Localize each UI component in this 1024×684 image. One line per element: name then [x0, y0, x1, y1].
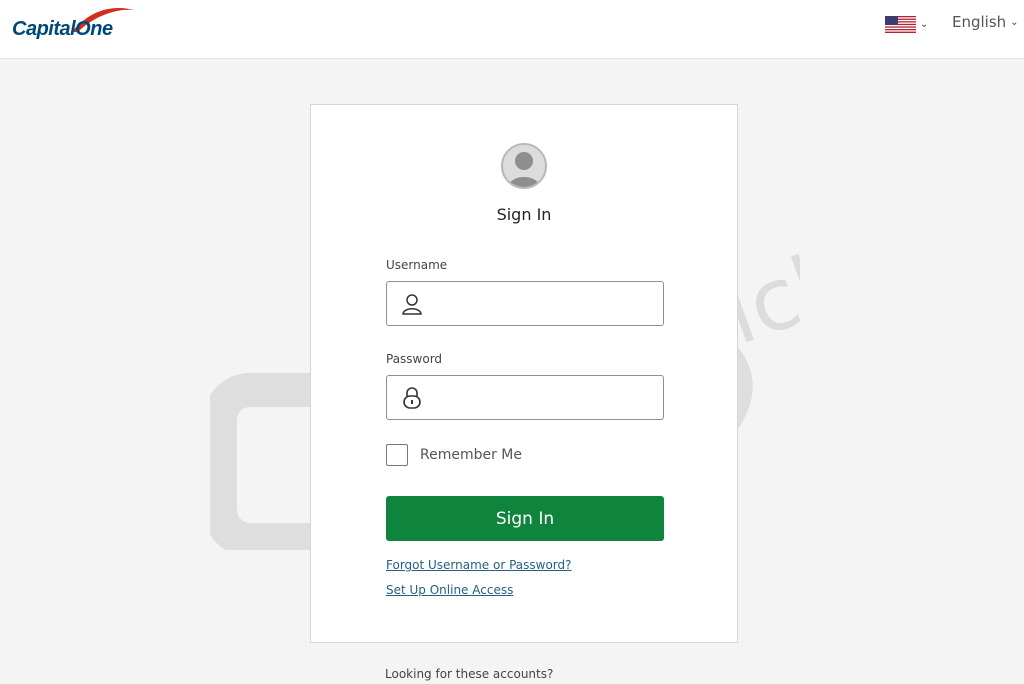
us-flag-icon — [885, 15, 916, 33]
password-input[interactable] — [433, 384, 655, 412]
remember-me-checkbox[interactable] — [386, 444, 408, 466]
capital-one-logo[interactable]: CapitalOne — [12, 4, 136, 48]
username-label: Username — [386, 258, 448, 272]
forgot-credentials-link[interactable]: Forgot Username or Password? — [386, 558, 572, 572]
language-selector[interactable]: English ⌄ — [952, 13, 1019, 31]
lock-icon — [403, 387, 421, 409]
password-field[interactable] — [386, 375, 664, 420]
looking-for-accounts-text: Looking for these accounts? — [385, 667, 554, 681]
password-label: Password — [386, 352, 443, 366]
sign-in-card: Sign In Username Password Remember Me Si… — [310, 104, 738, 643]
logo-text: CapitalOne — [12, 18, 113, 40]
chevron-down-icon: ⌄ — [1010, 16, 1019, 28]
top-header: CapitalOne ⌄ English ⌄ — [0, 0, 1024, 59]
chevron-down-icon: ⌄ — [920, 18, 929, 30]
username-input[interactable] — [433, 290, 655, 318]
username-field[interactable] — [386, 281, 664, 326]
avatar-icon — [507, 152, 541, 187]
setup-online-access-link[interactable]: Set Up Online Access — [386, 583, 513, 597]
page-title: Sign In — [496, 205, 552, 224]
language-label: English — [952, 13, 1007, 31]
avatar — [501, 143, 547, 189]
country-selector[interactable]: ⌄ — [885, 15, 928, 33]
remember-me[interactable]: Remember Me — [386, 444, 522, 466]
user-icon — [402, 294, 422, 315]
sign-in-button[interactable]: Sign In — [386, 496, 664, 541]
remember-me-label: Remember Me — [420, 447, 522, 463]
